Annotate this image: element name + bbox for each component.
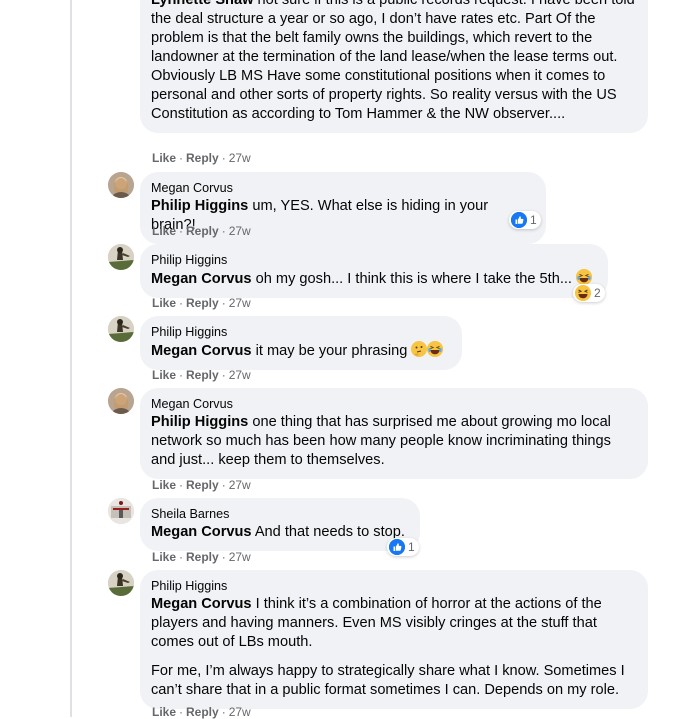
reply-link[interactable]: Reply: [186, 224, 219, 238]
mention-link[interactable]: Megan Corvus: [151, 343, 252, 359]
comment-actions: Like · Reply · 27w: [152, 550, 251, 564]
comment-actions: Like · Reply · 27w: [152, 151, 251, 165]
comment-text: oh my gosh... I think this is where I ta…: [255, 271, 572, 287]
comment-author[interactable]: Lynnette Shaw: [151, 0, 253, 8]
avatar[interactable]: [108, 388, 134, 414]
comment-author[interactable]: Megan Corvus: [151, 396, 636, 412]
reaction-count[interactable]: 1: [509, 211, 541, 229]
timestamp[interactable]: 27w: [229, 550, 251, 564]
comment-actions: Like · Reply · 27w: [152, 296, 251, 310]
avatar[interactable]: [108, 172, 134, 198]
avatar[interactable]: [108, 316, 134, 342]
reply-link[interactable]: Reply: [186, 151, 219, 165]
laughing-emoji-icon: [427, 341, 444, 357]
like-link[interactable]: Like: [152, 478, 176, 492]
comment-text: And that needs to stop.: [254, 524, 405, 540]
like-link[interactable]: Like: [152, 296, 176, 310]
reaction-count[interactable]: 1: [387, 538, 419, 556]
like-icon: [511, 212, 527, 228]
comment-bubble: Philip Higgins Megan Corvus it may be yo…: [140, 316, 462, 370]
like-icon: [389, 539, 405, 555]
mention-link[interactable]: Megan Corvus: [151, 596, 252, 612]
reply-link[interactable]: Reply: [186, 296, 219, 310]
comment-actions: Like · Reply · 27w: [152, 224, 251, 238]
comment-bubble: Megan Corvus Philip Higgins one thing th…: [140, 388, 648, 479]
comment-bubble: Philip Higgins Megan Corvus oh my gosh..…: [140, 244, 608, 298]
timestamp[interactable]: 27w: [229, 151, 251, 165]
thread-line: [70, 0, 72, 717]
avatar[interactable]: [108, 244, 134, 270]
reply-link[interactable]: Reply: [186, 368, 219, 382]
avatar[interactable]: [108, 498, 134, 524]
timestamp[interactable]: 27w: [229, 224, 251, 238]
comment-text: not sure if this is a public records req…: [151, 0, 635, 122]
comment-actions: Like · Reply · 27w: [152, 478, 251, 492]
comment-author[interactable]: Sheila Barnes: [151, 506, 408, 522]
thinking-emoji-icon: [411, 341, 428, 357]
timestamp[interactable]: 27w: [229, 368, 251, 382]
laughing-emoji-icon: [576, 269, 593, 285]
like-link[interactable]: Like: [152, 151, 176, 165]
reaction-count[interactable]: 2: [573, 284, 605, 302]
like-link[interactable]: Like: [152, 224, 176, 238]
reply-link[interactable]: Reply: [186, 478, 219, 492]
reply-link[interactable]: Reply: [186, 550, 219, 564]
comment-author[interactable]: Philip Higgins: [151, 578, 636, 594]
comment-author[interactable]: Megan Corvus: [151, 180, 534, 196]
comment-text-paragraph: For me, I’m always happy to strategicall…: [151, 663, 625, 698]
like-link[interactable]: Like: [152, 368, 176, 382]
mention-link[interactable]: Philip Higgins: [151, 414, 248, 430]
comment-author[interactable]: Philip Higgins: [151, 252, 596, 268]
timestamp[interactable]: 27w: [229, 478, 251, 492]
mention-link[interactable]: Philip Higgins: [151, 198, 248, 214]
comment-bubble: Sheila Barnes Megan Corvus And that need…: [140, 498, 420, 551]
comment-bubble: Lynnette Shaw not sure if this is a publ…: [140, 0, 648, 133]
avatar[interactable]: [108, 570, 134, 596]
comment-bubble: Philip Higgins Megan Corvus I think it’s…: [140, 570, 648, 709]
comment-author[interactable]: Philip Higgins: [151, 324, 450, 340]
mention-link[interactable]: Megan Corvus: [151, 524, 252, 540]
like-link[interactable]: Like: [152, 550, 176, 564]
comment-actions: Like · Reply · 27w: [152, 368, 251, 382]
comment-text: it may be your phrasing: [255, 343, 408, 359]
haha-icon: [575, 285, 591, 301]
timestamp[interactable]: 27w: [229, 296, 251, 310]
mention-link[interactable]: Megan Corvus: [151, 271, 252, 287]
